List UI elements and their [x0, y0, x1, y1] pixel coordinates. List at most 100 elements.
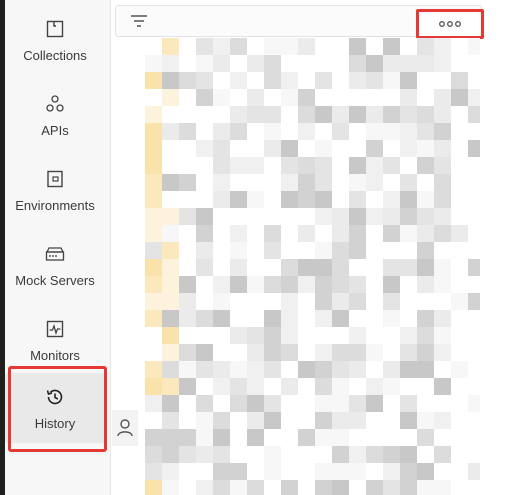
pixel-cell [417, 412, 434, 429]
pixel-cell [366, 225, 383, 242]
pixel-cell [383, 429, 400, 446]
pixel-cell [349, 38, 366, 55]
more-options-button[interactable] [416, 9, 484, 39]
pixel-cell [434, 174, 451, 191]
pixel-cell [451, 123, 468, 140]
pixel-cell [400, 276, 417, 293]
pixel-cell [400, 208, 417, 225]
pixel-cell [179, 208, 196, 225]
pixel-cell [383, 395, 400, 412]
pixel-cell [434, 395, 451, 412]
pixel-cell [383, 157, 400, 174]
pixelated-history-content [145, 38, 480, 495]
pixel-cell [332, 378, 349, 395]
pixel-cell [383, 174, 400, 191]
pixel-cell [417, 259, 434, 276]
pixel-cell [468, 395, 480, 412]
sidebar-item-apis[interactable]: APIs [5, 80, 105, 150]
pixel-cell [145, 293, 162, 310]
pixel-cell [298, 327, 315, 344]
pixel-cell [434, 327, 451, 344]
pixel-cell [162, 344, 179, 361]
pixel-cell [162, 378, 179, 395]
pixel-cell [281, 208, 298, 225]
pixel-cell [451, 191, 468, 208]
pixel-cell [366, 276, 383, 293]
pixel-cell [332, 208, 349, 225]
pixel-cell [247, 225, 264, 242]
pixel-cell [298, 361, 315, 378]
sidebar-item-environments[interactable]: Environments [5, 155, 105, 225]
pixel-cell [451, 140, 468, 157]
pixel-cell [383, 123, 400, 140]
pixel-cell [145, 480, 162, 495]
pixel-cell [400, 174, 417, 191]
pixel-cell [213, 72, 230, 89]
pixel-cell [468, 89, 480, 106]
pixel-cell [281, 480, 298, 495]
pixel-cell [247, 446, 264, 463]
pixel-cell [417, 72, 434, 89]
pixel-cell [383, 344, 400, 361]
pixel-cell [264, 123, 281, 140]
pixel-cell [400, 412, 417, 429]
pixel-cell [145, 327, 162, 344]
pixel-cell [349, 157, 366, 174]
pixel-cell [145, 55, 162, 72]
pixel-cell [451, 72, 468, 89]
environments-icon [44, 168, 66, 190]
pixel-cell [400, 123, 417, 140]
sidebar-item-mock-servers[interactable]: Mock Servers [5, 230, 105, 300]
pixel-cell [162, 55, 179, 72]
pixel-cell [332, 38, 349, 55]
pixel-cell [298, 259, 315, 276]
pixel-cell [179, 157, 196, 174]
monitors-icon [44, 318, 66, 340]
pixel-cell [281, 89, 298, 106]
pixel-cell [417, 327, 434, 344]
pixel-cell [332, 174, 349, 191]
pixel-cell [196, 72, 213, 89]
pixel-cell [383, 361, 400, 378]
pixel-cell [298, 89, 315, 106]
user-icon[interactable] [112, 410, 138, 446]
pixel-cell [247, 242, 264, 259]
pixel-cell [162, 89, 179, 106]
pixel-cell [451, 327, 468, 344]
sidebar-item-collections[interactable]: Collections [5, 5, 105, 75]
pixel-cell [315, 395, 332, 412]
sidebar-item-label: APIs [41, 122, 69, 138]
pixel-cell [298, 412, 315, 429]
pixel-cell [315, 327, 332, 344]
pixel-cell [332, 106, 349, 123]
sidebar-item-label: Monitors [30, 347, 80, 363]
pixel-cell [196, 327, 213, 344]
pixel-cell [315, 123, 332, 140]
pixel-cell [145, 310, 162, 327]
pixel-cell [349, 480, 366, 495]
pixel-cell [366, 123, 383, 140]
pixel-cell [298, 293, 315, 310]
pixel-cell [213, 429, 230, 446]
pixel-cell [281, 310, 298, 327]
history-list-redacted [145, 38, 480, 495]
pixel-cell [162, 191, 179, 208]
pixel-cell [400, 38, 417, 55]
pixel-cell [298, 429, 315, 446]
pixel-cell [332, 446, 349, 463]
pixel-cell [468, 72, 480, 89]
pixel-cell [281, 123, 298, 140]
pixel-cell [434, 55, 451, 72]
pixel-cell [383, 446, 400, 463]
pixel-cell [281, 276, 298, 293]
pixel-cell [366, 293, 383, 310]
pixel-cell [196, 157, 213, 174]
pixel-cell [366, 89, 383, 106]
sidebar-item-monitors[interactable]: Monitors [5, 305, 105, 375]
pixel-cell [417, 293, 434, 310]
pixel-cell [417, 395, 434, 412]
filter-icon[interactable] [126, 11, 152, 31]
pixel-cell [230, 225, 247, 242]
pixel-cell [264, 208, 281, 225]
pixel-cell [315, 55, 332, 72]
